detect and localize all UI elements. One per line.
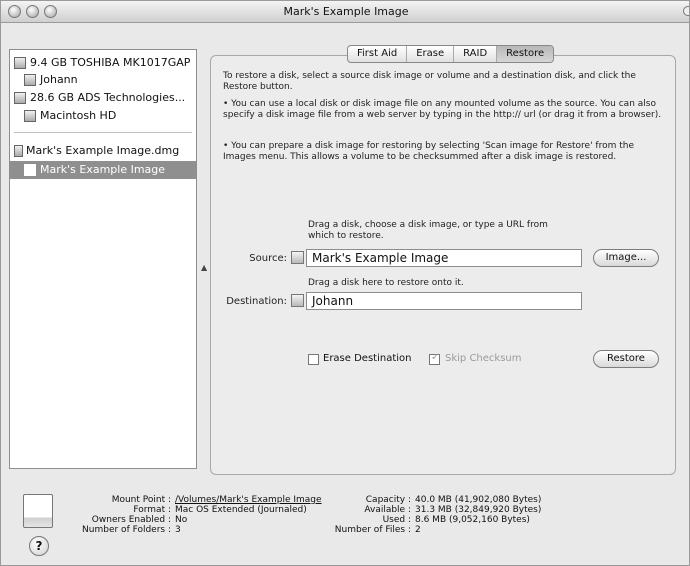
erase-destination-checkbox[interactable] [308,354,319,365]
volume-icon [24,110,36,122]
restore-intro-text: To restore a disk, select a source disk … [223,71,636,92]
tab-erase[interactable]: Erase [407,46,455,62]
source-hint: Drag a disk, choose a disk image, or typ… [308,220,548,241]
hard-disk-icon [14,92,26,104]
skip-checksum-checkbox[interactable] [429,352,440,365]
split-view-handle-icon[interactable]: ▲ [201,263,207,272]
sidebar-item-label: 28.6 GB ADS Technologies... [30,91,186,104]
format-key: Format : [133,505,171,515]
destination-hint: Drag a disk here to restore onto it. [308,278,464,288]
available-key: Available : [364,505,411,515]
folders-key: Number of Folders : [82,525,171,535]
tab-restore[interactable]: Restore [497,46,554,62]
sidebar-item-dmg[interactable]: Mark's Example Image.dmg [10,142,196,160]
disk-list[interactable]: 9.4 GB TOSHIBA MK1017GAP Johann 28.6 GB … [9,49,197,469]
sidebar-item-label: 9.4 GB TOSHIBA MK1017GAP [30,56,191,69]
capacity-value: 40.0 MB (41,902,080 Bytes) [415,495,542,505]
owners-key: Owners Enabled : [91,515,171,525]
image-button[interactable]: Image... [593,249,659,267]
sidebar-item-example-image[interactable]: Mark's Example Image [10,161,196,179]
sidebar-item-ads-disk[interactable]: 28.6 GB ADS Technologies... [10,89,196,107]
mount-point-key: Mount Point : [111,495,171,505]
sidebar-item-johann[interactable]: Johann [10,71,196,89]
title-bar[interactable]: Mark's Example Image [1,1,689,23]
used-value: 8.6 MB (9,052,160 Bytes) [415,515,530,525]
tab-first-aid[interactable]: First Aid [348,46,408,62]
hard-disk-icon [14,57,26,69]
tab-bar: First Aid Erase RAID Restore [347,45,555,63]
destination-disk-icon [291,294,304,307]
disk-utility-window: Mark's Example Image 9.4 GB TOSHIBA MK10… [0,0,690,566]
sidebar-item-toshiba-disk[interactable]: 9.4 GB TOSHIBA MK1017GAP [10,54,196,72]
disk-image-icon [14,145,23,157]
restore-button[interactable]: Restore [593,350,659,368]
destination-field[interactable]: Johann [306,292,582,310]
sidebar-item-label: Mark's Example Image [40,163,166,176]
folders-value: 3 [175,525,181,535]
available-value: 31.3 MB (32,849,920 Bytes) [415,505,542,515]
format-value: Mac OS Extended (Journaled) [175,505,307,515]
mount-point-link[interactable]: /Volumes/Mark's Example Image [175,495,322,505]
sidebar-divider [14,132,192,133]
source-label: Source: [249,253,287,264]
owners-value: No [175,515,188,525]
skip-checksum-label: Skip Checksum [445,353,522,364]
sidebar-item-label: Johann [40,73,78,86]
help-button[interactable]: ? [29,536,49,556]
tab-raid[interactable]: RAID [454,46,498,62]
restore-bullet-scan: • You can prepare a disk image for resto… [223,141,634,162]
files-value: 2 [415,525,421,535]
restore-bullet-source: • You can use a local disk or disk image… [223,99,662,120]
sidebar-item-label: Macintosh HD [40,109,117,122]
sidebar-item-macintosh-hd[interactable]: Macintosh HD [10,107,196,125]
destination-label: Destination: [226,296,287,307]
sidebar-item-label: Mark's Example Image.dmg [26,144,180,157]
capacity-key: Capacity : [365,495,411,505]
volume-icon [24,74,36,86]
disk-info-area: ? Mount Point : /Volumes/Mark's Example … [1,481,689,565]
files-key: Number of Files : [334,525,411,535]
volume-icon [24,164,36,176]
toolbar-toggle-button[interactable] [683,6,689,16]
source-disk-icon [291,251,304,264]
erase-destination-label: Erase Destination [323,353,412,364]
used-key: Used : [382,515,411,525]
window-title: Mark's Example Image [283,5,409,18]
source-field[interactable]: Mark's Example Image [306,249,582,267]
